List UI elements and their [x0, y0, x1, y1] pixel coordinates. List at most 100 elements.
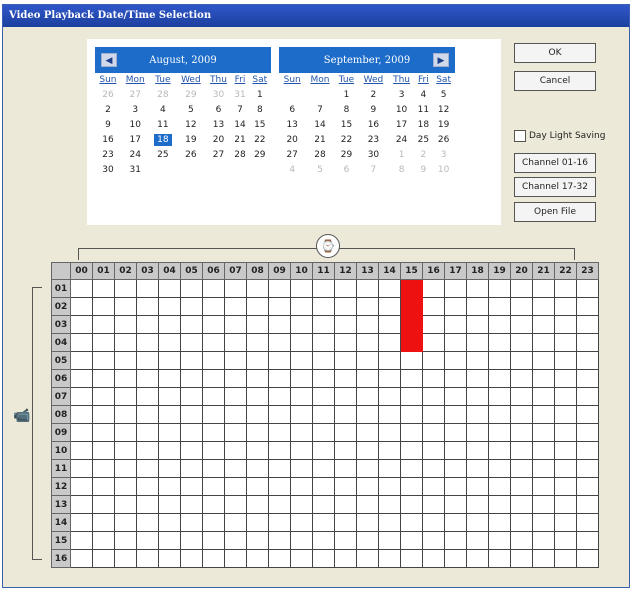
timeline-cell[interactable] — [92, 405, 115, 424]
timeline-cell[interactable] — [400, 495, 423, 514]
timeline-cell[interactable] — [70, 333, 93, 352]
timeline-cell[interactable] — [532, 351, 555, 370]
timeline-cell[interactable] — [136, 459, 159, 478]
timeline-cell[interactable] — [576, 369, 599, 388]
calendar-day[interactable]: 27 — [121, 87, 150, 102]
timeline-cell[interactable] — [532, 441, 555, 460]
timeline-cell[interactable] — [554, 459, 577, 478]
timeline-cell[interactable] — [158, 279, 181, 298]
timeline-cell[interactable] — [400, 279, 423, 298]
timeline-cell[interactable] — [92, 531, 115, 550]
calendar-day[interactable]: 15 — [335, 117, 359, 132]
timeline-cell[interactable] — [92, 387, 115, 406]
timeline-cell[interactable] — [246, 405, 269, 424]
timeline-cell[interactable] — [488, 315, 511, 334]
timeline-cell[interactable] — [180, 513, 203, 532]
timeline-cell[interactable] — [334, 333, 357, 352]
calendar-day[interactable]: 8 — [335, 102, 359, 117]
timeline-cell[interactable] — [378, 351, 401, 370]
calendar-day[interactable]: 11 — [150, 117, 176, 132]
calendar-day[interactable]: 14 — [231, 117, 248, 132]
timeline-cell[interactable] — [180, 459, 203, 478]
timeline-cell[interactable] — [466, 513, 489, 532]
calendar-day[interactable]: 29 — [176, 87, 206, 102]
timeline-cell[interactable] — [576, 387, 599, 406]
calendar-day[interactable]: 3 — [432, 147, 455, 162]
timeline-cell[interactable] — [92, 513, 115, 532]
calendar-day[interactable]: 28 — [150, 87, 176, 102]
timeline-cell[interactable] — [510, 333, 533, 352]
timeline-cell[interactable] — [202, 297, 225, 316]
calendar-day[interactable]: 3 — [121, 102, 150, 117]
timeline-cell[interactable] — [532, 369, 555, 388]
calendar-day[interactable]: 3 — [389, 87, 415, 102]
timeline-cell[interactable] — [312, 531, 335, 550]
timeline-cell[interactable] — [92, 369, 115, 388]
calendar-day[interactable]: 25 — [415, 132, 433, 147]
timeline-cell[interactable] — [576, 297, 599, 316]
timeline-cell[interactable] — [554, 279, 577, 298]
timeline-cell[interactable] — [136, 315, 159, 334]
timeline-cell[interactable] — [312, 351, 335, 370]
timeline-cell[interactable] — [224, 549, 247, 568]
timeline-cell[interactable] — [510, 549, 533, 568]
timeline-cell[interactable] — [488, 549, 511, 568]
timeline-cell[interactable] — [488, 297, 511, 316]
timeline-cell[interactable] — [136, 513, 159, 532]
timeline-cell[interactable] — [136, 369, 159, 388]
timeline-cell[interactable] — [378, 549, 401, 568]
timeline-cell[interactable] — [92, 297, 115, 316]
timeline-cell[interactable] — [202, 513, 225, 532]
timeline-cell[interactable] — [356, 441, 379, 460]
timeline-cell[interactable] — [334, 279, 357, 298]
calendar-day[interactable]: 26 — [95, 87, 121, 102]
timeline-cell[interactable] — [444, 387, 467, 406]
timeline-cell[interactable] — [180, 495, 203, 514]
timeline-cell[interactable] — [180, 549, 203, 568]
timeline-cell[interactable] — [510, 369, 533, 388]
timeline-cell[interactable] — [312, 423, 335, 442]
open-file-button[interactable]: Open File — [514, 202, 596, 222]
timeline-cell[interactable] — [246, 423, 269, 442]
timeline-cell[interactable] — [466, 477, 489, 496]
timeline-cell[interactable] — [136, 495, 159, 514]
timeline-cell[interactable] — [246, 279, 269, 298]
timeline-cell[interactable] — [422, 297, 445, 316]
timeline-cell[interactable] — [180, 423, 203, 442]
calendar-day[interactable]: 12 — [432, 102, 455, 117]
timeline-cell[interactable] — [532, 315, 555, 334]
calendar-day[interactable]: 2 — [415, 147, 433, 162]
timeline-cell[interactable] — [422, 369, 445, 388]
timeline-cell[interactable] — [158, 495, 181, 514]
calendar-day[interactable]: 10 — [432, 162, 455, 177]
timeline-cell[interactable] — [400, 315, 423, 334]
timeline-cell[interactable] — [202, 459, 225, 478]
timeline-cell[interactable] — [114, 459, 137, 478]
timeline-cell[interactable] — [202, 315, 225, 334]
timeline-cell[interactable] — [158, 459, 181, 478]
timeline-cell[interactable] — [290, 405, 313, 424]
timeline-cell[interactable] — [158, 477, 181, 496]
timeline-cell[interactable] — [488, 279, 511, 298]
timeline-cell[interactable] — [576, 423, 599, 442]
timeline-cell[interactable] — [510, 495, 533, 514]
timeline-cell[interactable] — [488, 495, 511, 514]
timeline-cell[interactable] — [92, 459, 115, 478]
timeline-cell[interactable] — [422, 405, 445, 424]
timeline-cell[interactable] — [422, 423, 445, 442]
timeline-cell[interactable] — [246, 369, 269, 388]
timeline-cell[interactable] — [488, 441, 511, 460]
calendar-day[interactable]: 30 — [95, 162, 121, 177]
timeline-cell[interactable] — [92, 315, 115, 334]
timeline-cell[interactable] — [268, 531, 291, 550]
calendar-day[interactable]: 4 — [279, 162, 305, 177]
timeline-cell[interactable] — [532, 459, 555, 478]
timeline-cell[interactable] — [532, 477, 555, 496]
timeline-cell[interactable] — [510, 297, 533, 316]
timeline-cell[interactable] — [356, 315, 379, 334]
timeline-cell[interactable] — [70, 405, 93, 424]
timeline-cell[interactable] — [356, 351, 379, 370]
timeline-cell[interactable] — [180, 441, 203, 460]
timeline-cell[interactable] — [576, 531, 599, 550]
timeline-cell[interactable] — [70, 279, 93, 298]
